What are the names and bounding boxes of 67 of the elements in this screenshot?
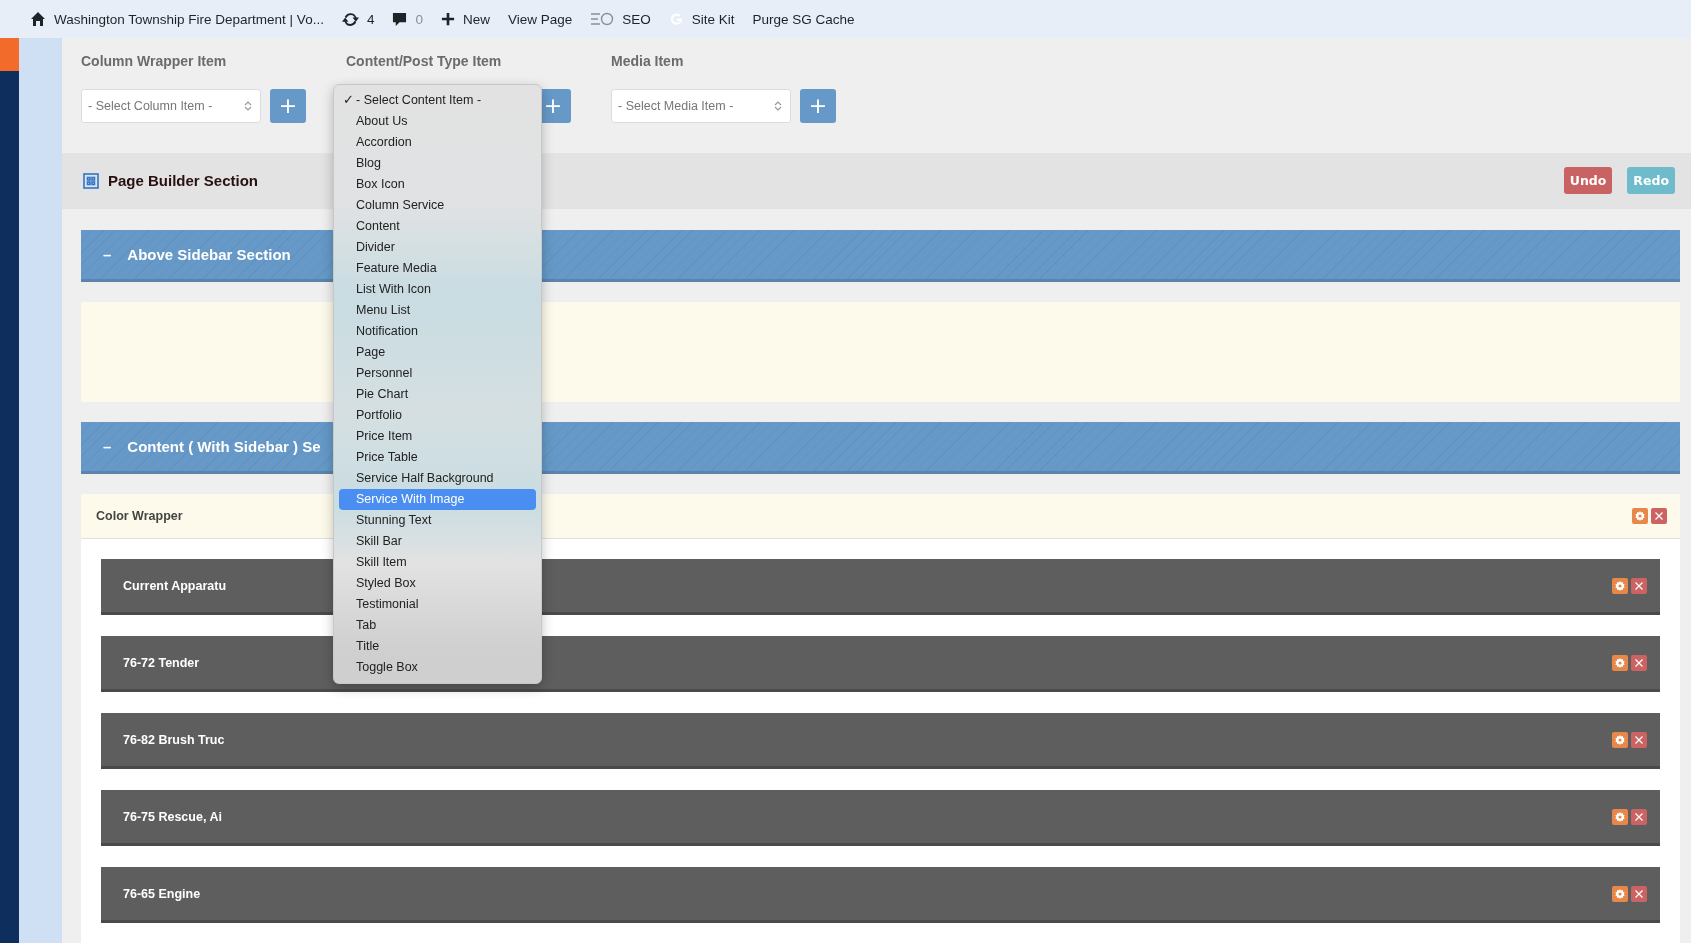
- dropdown-option[interactable]: Column Service: [339, 195, 536, 216]
- settings-icon[interactable]: [1612, 654, 1628, 671]
- picker-label: Media Item: [611, 53, 685, 69]
- close-icon[interactable]: [1631, 808, 1647, 825]
- item-title: 76-75 Rescue, Ai: [123, 809, 222, 824]
- view-page-link[interactable]: View Page: [507, 11, 573, 27]
- home-icon[interactable]: [30, 11, 46, 27]
- purge-cache-link[interactable]: Purge SG Cache: [752, 11, 855, 27]
- item-bar[interactable]: 76-65 Engine: [101, 867, 1660, 923]
- site-kit-link[interactable]: Site Kit: [691, 11, 735, 27]
- item-title: 76-65 Engine: [123, 886, 201, 901]
- updates-count[interactable]: 4: [366, 11, 375, 27]
- dropdown-option[interactable]: Accordion: [339, 132, 536, 153]
- plus-icon[interactable]: [440, 12, 455, 26]
- undo-button[interactable]: Undo: [1563, 167, 1613, 195]
- section-title: Content ( With Sidebar ) Se: [127, 438, 321, 455]
- close-icon[interactable]: [1631, 885, 1647, 902]
- item-bar[interactable]: 76-82 Brush Truc: [101, 713, 1660, 769]
- close-icon[interactable]: [1631, 654, 1647, 671]
- site-title-link[interactable]: Washington Township Fire Department | Vo...: [54, 11, 324, 27]
- dropdown-option[interactable]: Tab: [339, 615, 536, 636]
- new-link[interactable]: New: [462, 11, 490, 27]
- dropdown-option[interactable]: Blog: [339, 153, 536, 174]
- dropdown-option[interactable]: Feature Media: [339, 258, 536, 279]
- sort-arrows-icon: [244, 100, 252, 112]
- dropdown-option[interactable]: Menu List: [339, 300, 536, 321]
- dropdown-option[interactable]: Divider: [339, 237, 536, 258]
- dropdown-option[interactable]: List With Icon: [339, 279, 536, 300]
- picker-label: Content/Post Type Item: [346, 53, 503, 69]
- dropdown-option[interactable]: Price Table: [339, 447, 536, 468]
- select-field[interactable]: - Select Media Item -: [611, 89, 791, 123]
- dropdown-option[interactable]: Toggle Box: [339, 657, 536, 678]
- item-title: Current Apparatu: [123, 578, 226, 593]
- settings-icon[interactable]: [1612, 577, 1628, 594]
- grid-icon: [83, 172, 99, 189]
- picker-label: Column Wrapper Item: [81, 53, 228, 69]
- select-field[interactable]: - Select Column Item -: [81, 89, 261, 123]
- page-builder-title: Page Builder Section: [108, 172, 259, 190]
- seo-link[interactable]: SEO: [622, 11, 651, 27]
- dropdown-option[interactable]: Notification: [339, 321, 536, 342]
- settings-icon[interactable]: [1612, 885, 1628, 902]
- dropdown-option[interactable]: About Us: [339, 111, 536, 132]
- wrapper-title: Color Wrapper: [96, 509, 183, 523]
- dropdown-option[interactable]: ✓ - Select Content Item -: [339, 90, 536, 111]
- dropdown-option[interactable]: Styled Box: [339, 573, 536, 594]
- dropdown-option[interactable]: Testimonial: [339, 594, 536, 615]
- dropdown-option[interactable]: Pie Chart: [339, 384, 536, 405]
- seo-icon[interactable]: [590, 12, 615, 26]
- settings-icon[interactable]: [1612, 731, 1628, 748]
- dropdown-option[interactable]: Price Item: [339, 426, 536, 447]
- refresh-icon[interactable]: [341, 10, 359, 28]
- close-icon[interactable]: [1651, 508, 1667, 524]
- comment-icon[interactable]: [392, 11, 408, 27]
- section-title: Above Sidebar Section: [127, 246, 291, 263]
- dropdown-option[interactable]: Title: [339, 636, 536, 657]
- dropdown-option[interactable]: Page: [339, 342, 536, 363]
- dropdown-option[interactable]: Stunning Text: [339, 510, 536, 531]
- dropdown-option[interactable]: Personnel: [339, 363, 536, 384]
- dropdown-option[interactable]: Skill Bar: [339, 531, 536, 552]
- dropdown-option[interactable]: Box Icon: [339, 174, 536, 195]
- close-icon[interactable]: [1631, 577, 1647, 594]
- item-title: 76-82 Brush Truc: [123, 732, 225, 747]
- sort-arrows-icon: [774, 100, 782, 112]
- item-bar[interactable]: 76-75 Rescue, Ai: [101, 790, 1660, 846]
- item-title: 76-72 Tender: [123, 655, 200, 670]
- close-icon[interactable]: [1631, 731, 1647, 748]
- settings-icon[interactable]: [1612, 808, 1628, 825]
